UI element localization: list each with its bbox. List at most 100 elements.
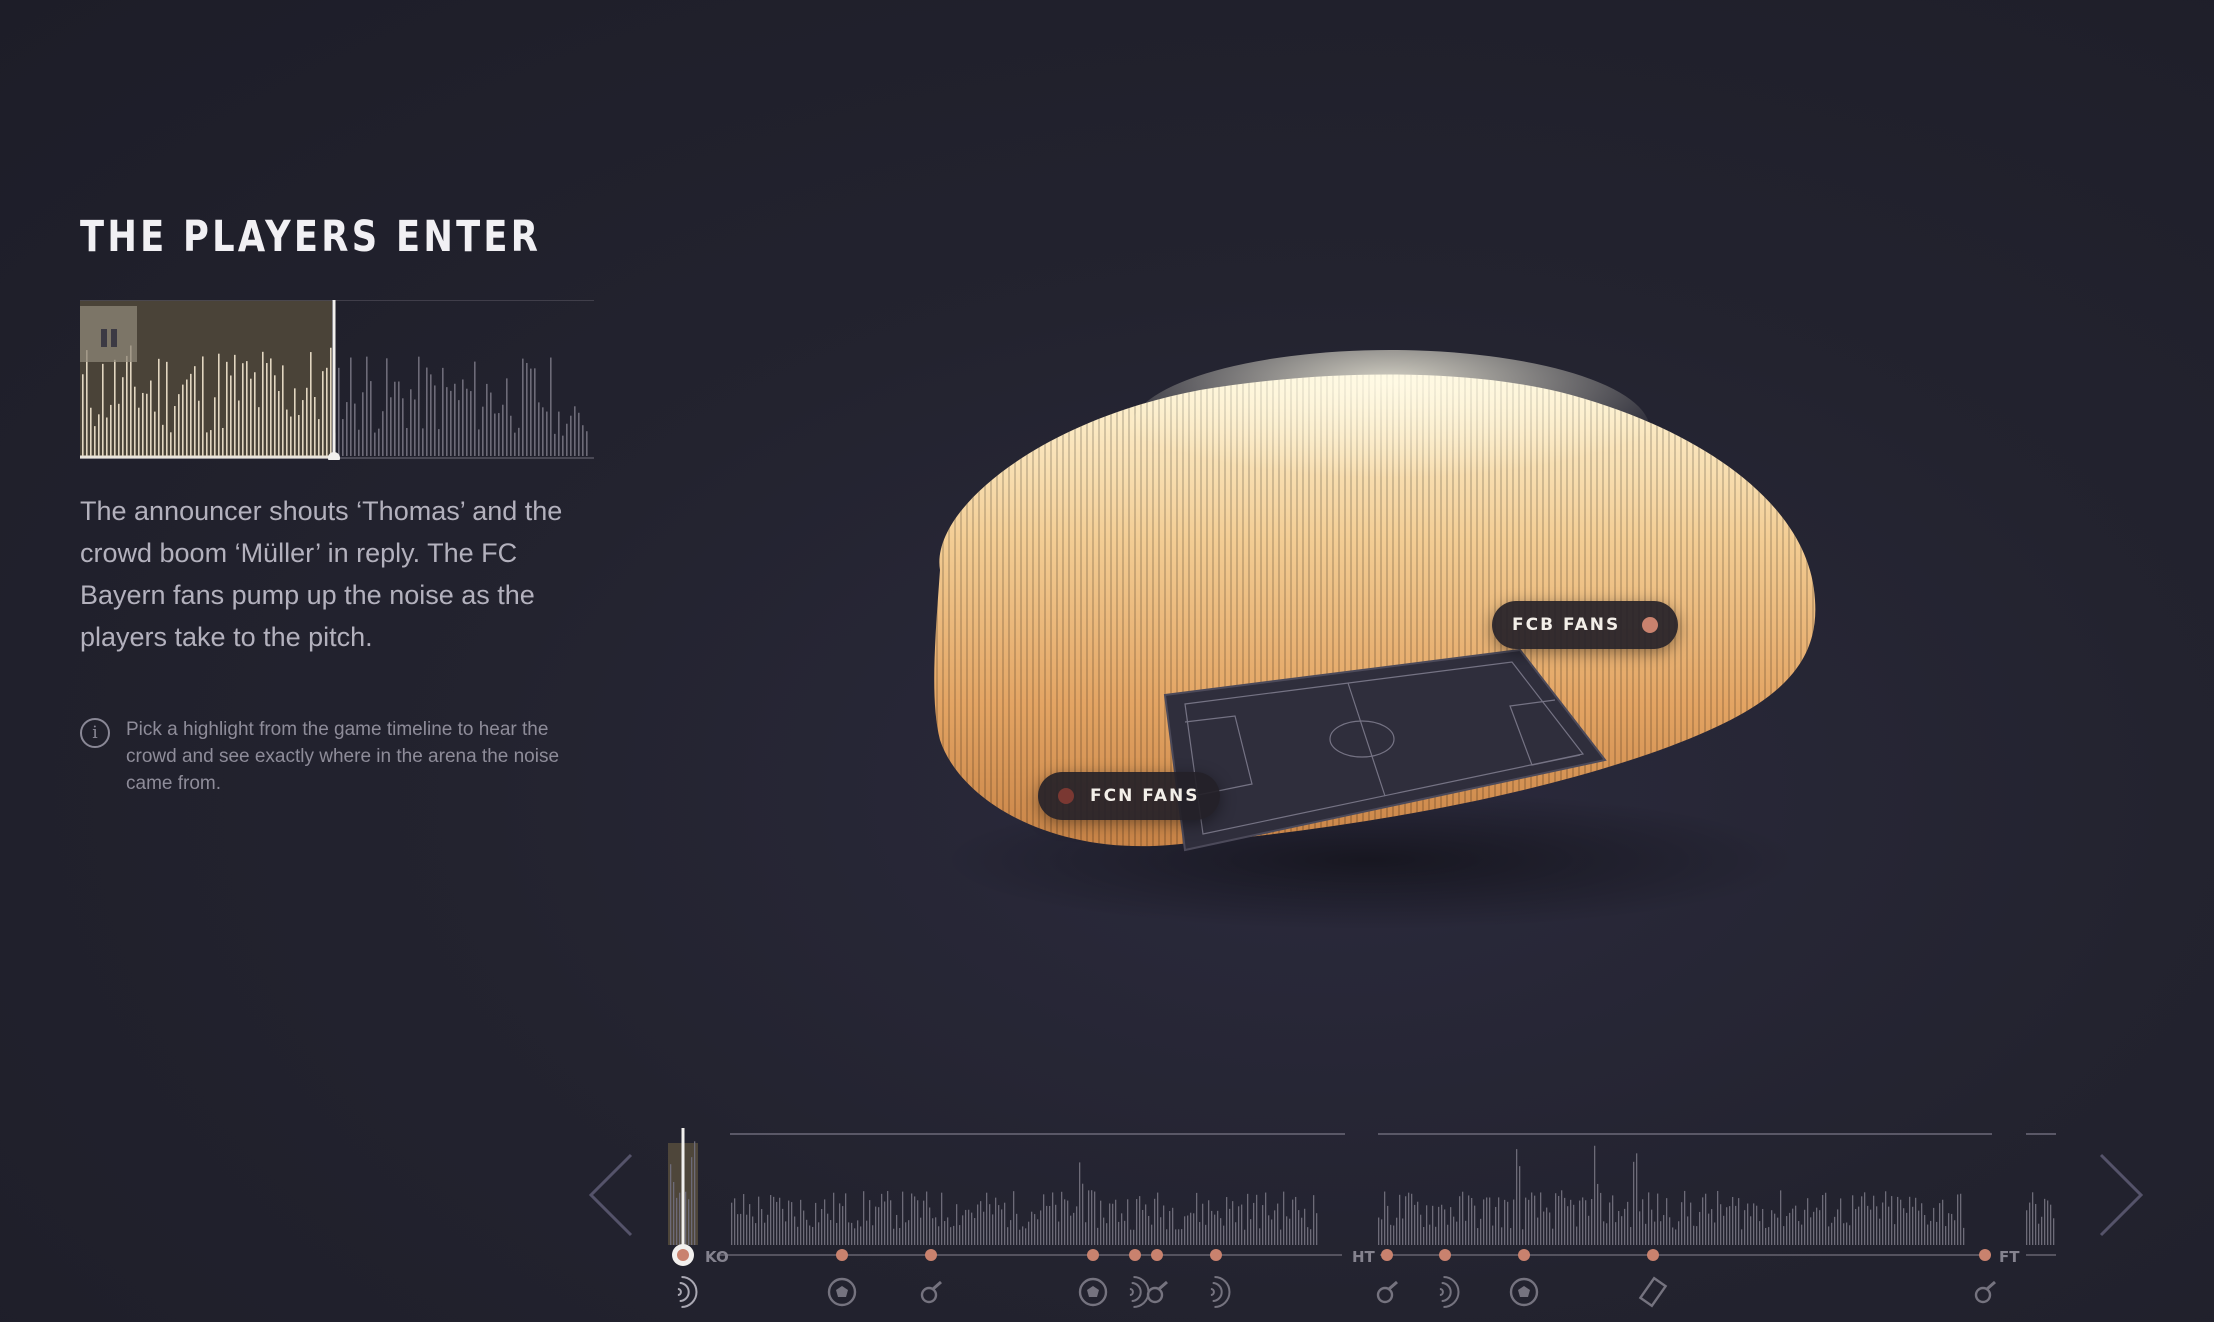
- waveform-bar: [542, 407, 544, 456]
- timeline-bar: [1471, 1197, 1473, 1245]
- timeline-bar: [1187, 1215, 1189, 1245]
- sound-wave-icon[interactable]: [1210, 1276, 1231, 1308]
- timeline-bar: [1426, 1205, 1428, 1245]
- timeline-bar: [743, 1194, 745, 1245]
- timeline-bar: [1777, 1217, 1779, 1245]
- waveform-bar: [442, 367, 444, 456]
- waveform-bar: [354, 403, 356, 456]
- timeline-bar: [1307, 1227, 1309, 1245]
- game-timeline[interactable]: KO HT FT: [0, 1110, 2214, 1322]
- waveform-bar: [350, 357, 352, 456]
- timeline-bar: [1025, 1228, 1027, 1245]
- timeline-bar: [1897, 1196, 1899, 1245]
- timeline-bar: [1142, 1209, 1144, 1245]
- timeline-bar: [1609, 1202, 1611, 1245]
- pause-button[interactable]: [80, 306, 137, 362]
- timeline-bar: [1786, 1216, 1788, 1245]
- event-marker[interactable]: [925, 1249, 937, 1261]
- event-marker[interactable]: [1647, 1249, 1659, 1261]
- event-marker[interactable]: [1151, 1249, 1163, 1261]
- timeline-bar: [1744, 1210, 1746, 1245]
- timeline-bar: [1669, 1217, 1671, 1245]
- timeline-bar: [1513, 1199, 1515, 1245]
- event-marker[interactable]: [1381, 1249, 1393, 1261]
- whistle-icon[interactable]: [1146, 1280, 1168, 1304]
- waveform-bar: [110, 404, 112, 456]
- ball-icon[interactable]: [1078, 1277, 1108, 1307]
- timeline-bar: [1615, 1222, 1617, 1245]
- sound-wave-icon[interactable]: [1439, 1276, 1460, 1308]
- timeline-bar: [1690, 1202, 1692, 1245]
- timeline-bar: [788, 1200, 790, 1245]
- timeline-bar: [1921, 1203, 1923, 1245]
- sound-wave-icon[interactable]: [1129, 1276, 1150, 1308]
- timeline-bar: [878, 1207, 880, 1245]
- waveform-bar: [418, 356, 420, 456]
- timeline-bar: [1040, 1210, 1042, 1245]
- event-marker[interactable]: [1129, 1249, 1141, 1261]
- timeline-bar: [1477, 1228, 1479, 1245]
- timeline-bar: [806, 1219, 808, 1245]
- whistle-icon[interactable]: [1376, 1280, 1398, 1304]
- ball-icon[interactable]: [1509, 1277, 1539, 1307]
- timeline-bar: [1262, 1205, 1264, 1245]
- timeline-bar: [1064, 1199, 1066, 1245]
- timeline-bar: [1822, 1195, 1824, 1245]
- timeline-bar: [1576, 1226, 1578, 1245]
- timeline-bar: [1948, 1213, 1950, 1245]
- timeline-bar: [2044, 1198, 2046, 1245]
- timeline-bar: [1714, 1222, 1716, 1245]
- halftime-label: HT: [1352, 1248, 1376, 1266]
- timeline-bar: [1396, 1217, 1398, 1245]
- event-marker[interactable]: [1087, 1249, 1099, 1261]
- timeline-bar: [1094, 1191, 1096, 1245]
- timeline-bar: [752, 1216, 754, 1245]
- timeline-bar: [1774, 1213, 1776, 1245]
- timeline-bar: [923, 1200, 925, 1245]
- event-marker[interactable]: [1518, 1249, 1530, 1261]
- pause-button-bg[interactable]: [80, 306, 137, 362]
- timeline-bar: [968, 1209, 970, 1245]
- timeline-bar: [1172, 1207, 1174, 1245]
- waveform-bar: [466, 388, 468, 456]
- waveform-bar: [338, 367, 340, 456]
- timeline-bar: [1387, 1205, 1389, 1245]
- fcn-fans-label[interactable]: FCN FANS: [1038, 772, 1220, 820]
- timeline-bar: [1250, 1219, 1252, 1245]
- timeline-bar: [1798, 1221, 1800, 1245]
- card-icon[interactable]: [1638, 1276, 1668, 1308]
- event-marker[interactable]: [1439, 1249, 1451, 1261]
- timeline-bar: [1642, 1199, 1644, 1245]
- waveform-bar: [502, 404, 504, 456]
- sound-wave-icon[interactable]: [677, 1276, 698, 1308]
- whistle-icon[interactable]: [920, 1280, 942, 1304]
- stadium-3d-view[interactable]: [900, 340, 1850, 940]
- event-marker[interactable]: [1979, 1249, 1991, 1261]
- waveform-bar: [578, 412, 580, 456]
- fcb-fans-label[interactable]: FCB FANS: [1492, 601, 1679, 649]
- timeline-bar: [1582, 1197, 1584, 1245]
- timeline-bar: [1076, 1206, 1078, 1245]
- timeline-bar: [1178, 1229, 1180, 1245]
- event-icons[interactable]: [677, 1276, 1996, 1308]
- timeline-bar: [1516, 1149, 1518, 1245]
- timeline-bar: [1103, 1217, 1105, 1245]
- timeline-bar: [866, 1220, 868, 1245]
- ball-icon[interactable]: [827, 1277, 857, 1307]
- timeline-bar: [1010, 1220, 1012, 1245]
- timeline-bar: [755, 1223, 757, 1245]
- timeline-bar: [773, 1196, 775, 1245]
- timeline-bar: [1933, 1207, 1935, 1245]
- waveform-bar: [194, 366, 196, 456]
- waveform-bar: [190, 373, 192, 456]
- timeline-bar: [2035, 1203, 2037, 1245]
- timeline-bar: [1705, 1193, 1707, 1245]
- timeline-bar: [974, 1218, 976, 1245]
- event-marker[interactable]: [836, 1249, 848, 1261]
- event-marker[interactable]: [1210, 1249, 1222, 1261]
- timeline-bar: [803, 1210, 805, 1245]
- whistle-icon[interactable]: [1974, 1280, 1996, 1304]
- clip-waveform-player[interactable]: [80, 300, 594, 460]
- timeline-bar: [941, 1192, 943, 1245]
- timeline-bar: [1154, 1198, 1156, 1245]
